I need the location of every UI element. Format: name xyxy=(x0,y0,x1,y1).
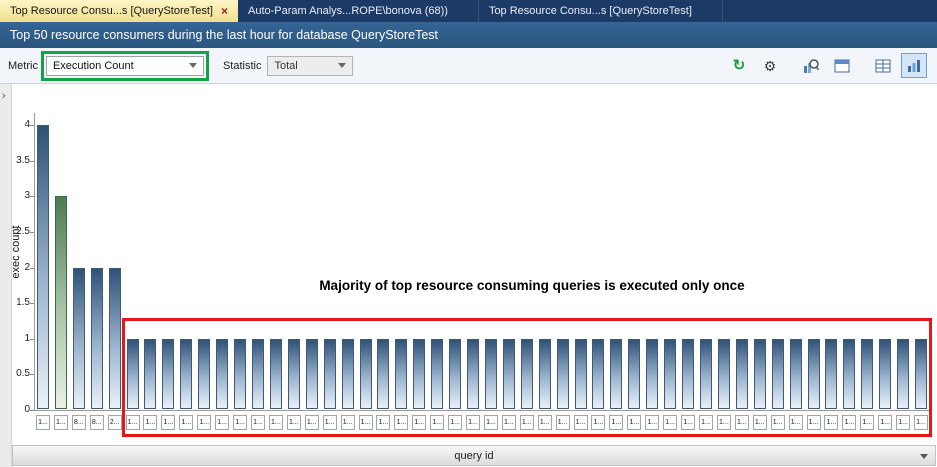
bar[interactable] xyxy=(73,268,85,410)
y-tick-label: 3.5 xyxy=(4,155,30,166)
chevron-down-icon xyxy=(189,63,197,68)
tab-label: Auto-Param Analys...ROPE\bonova (68)) xyxy=(248,5,448,17)
y-axis-title: exec count xyxy=(10,102,22,402)
y-tick-mark xyxy=(30,410,34,411)
y-tick-mark xyxy=(30,161,34,162)
bar[interactable] xyxy=(37,125,49,409)
bar[interactable] xyxy=(109,268,121,410)
y-axis-line xyxy=(34,113,35,411)
x-tick-label[interactable]: 1... xyxy=(54,415,68,430)
tab-top-resource-consumers-active[interactable]: Top Resource Consu...s [QueryStoreTest] … xyxy=(0,0,238,22)
bar[interactable] xyxy=(91,268,103,410)
grid-view-icon[interactable] xyxy=(870,53,896,78)
chart-view-icon[interactable] xyxy=(901,53,927,78)
metric-dropdown-value: Execution Count xyxy=(53,60,134,72)
chevron-down-icon xyxy=(338,63,346,68)
x-tick-label[interactable]: 8... xyxy=(72,415,86,430)
x-axis-selector[interactable]: query id xyxy=(12,445,936,466)
statistic-label: Statistic xyxy=(223,60,262,72)
y-tick-mark xyxy=(30,268,34,269)
document-tab-bar: Top Resource Consu...s [QueryStoreTest] … xyxy=(0,0,937,22)
y-tick-mark xyxy=(30,125,34,126)
statistic-dropdown-value: Total xyxy=(274,60,297,72)
settings-icon[interactable]: ⚙ xyxy=(757,53,783,78)
x-axis-title: query id xyxy=(454,450,493,462)
metric-dropdown[interactable]: Execution Count xyxy=(46,56,204,76)
metric-label: Metric xyxy=(8,60,38,72)
split-view-icon[interactable] xyxy=(829,53,855,78)
toolbar-icon-group: ↻⚙ xyxy=(726,53,937,78)
y-tick-label: 0.5 xyxy=(4,368,30,379)
x-tick-label[interactable]: 2... xyxy=(108,415,122,430)
report-title-bar: Top 50 resource consumers during the las… xyxy=(0,22,937,48)
tab-auto-param-analysis[interactable]: Auto-Param Analys...ROPE\bonova (68)) xyxy=(238,0,479,22)
x-tick-label[interactable]: 1... xyxy=(36,415,50,430)
y-tick-mark xyxy=(30,303,34,304)
y-tick-mark xyxy=(30,232,34,233)
metric-highlight-box: Execution Count xyxy=(41,51,209,81)
page-title: Top 50 resource consumers during the las… xyxy=(10,28,438,42)
close-icon[interactable]: × xyxy=(221,5,228,17)
red-highlight-box xyxy=(122,318,932,437)
y-tick-mark xyxy=(30,196,34,197)
tab-label: Top Resource Consu...s [QueryStoreTest] xyxy=(10,5,213,17)
y-tick-label: 0 xyxy=(4,404,30,415)
query-store-window: Top Resource Consu...s [QueryStoreTest] … xyxy=(0,0,937,467)
y-tick-label: 1 xyxy=(4,333,30,344)
chart-panel: exec count Majority of top resource cons… xyxy=(12,84,937,467)
x-tick-label[interactable]: 8... xyxy=(90,415,104,430)
tab-top-resource-consumers-2[interactable]: Top Resource Consu...s [QueryStoreTest] xyxy=(479,0,723,22)
y-tick-label: 3 xyxy=(4,190,30,201)
refresh-icon[interactable]: ↻ xyxy=(726,53,752,78)
chart-annotation: Majority of top resource consuming queri… xyxy=(132,278,932,293)
expand-panel-icon[interactable]: › xyxy=(2,90,6,102)
bar-highlighted[interactable] xyxy=(55,196,67,409)
report-toolbar: Metric Execution Count Statistic Total ↻… xyxy=(0,48,937,84)
chevron-down-icon xyxy=(920,454,928,459)
tab-label: Top Resource Consu...s [QueryStoreTest] xyxy=(489,5,692,17)
y-tick-label: 1.5 xyxy=(4,297,30,308)
y-tick-label: 4 xyxy=(4,119,30,130)
bar-chart: exec count Majority of top resource cons… xyxy=(12,84,937,467)
y-tick-label: 2 xyxy=(4,262,30,273)
y-tick-label: 2.5 xyxy=(4,226,30,237)
statistic-dropdown[interactable]: Total xyxy=(267,56,353,76)
chart-zoom-icon[interactable] xyxy=(798,53,824,78)
y-tick-mark xyxy=(30,339,34,340)
y-tick-mark xyxy=(30,374,34,375)
